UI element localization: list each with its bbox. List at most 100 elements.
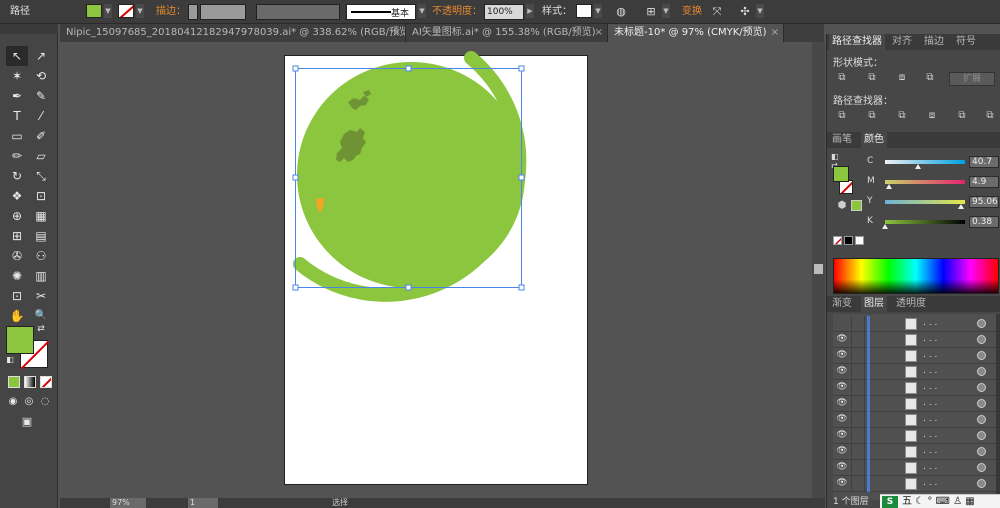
slider-track[interactable] [885, 220, 965, 224]
tab-nipic-document[interactable]: Nipic_15097685_20180412182947978039.ai* … [60, 24, 406, 42]
tab-stroke[interactable]: 描边 [921, 34, 947, 50]
none-mode-button[interactable] [40, 376, 52, 388]
paintbrush-tool-icon[interactable]: ✐ [30, 126, 52, 146]
curvature-tool-icon[interactable]: ✎ [30, 86, 52, 106]
visibility-eye-icon[interactable]: 👁 [836, 462, 848, 473]
lock-toggle[interactable] [851, 444, 865, 460]
type-tool-icon[interactable]: T [6, 106, 28, 126]
input-method-bar[interactable]: S 五 ☾ ° ⌨ ♙ ▦ [880, 494, 1000, 508]
target-circle-icon[interactable] [977, 367, 986, 376]
lock-toggle[interactable] [851, 460, 865, 476]
transform-icon[interactable]: ⤧ [708, 4, 726, 20]
perspective-grid-tool-icon[interactable]: ▦ [30, 206, 52, 226]
color-stroke-box[interactable] [839, 180, 853, 194]
visibility-eye-icon[interactable]: 👁 [836, 350, 848, 361]
gradient-mode-button[interactable] [24, 376, 36, 388]
target-circle-icon[interactable] [977, 399, 986, 408]
lock-toggle[interactable] [851, 316, 865, 332]
visibility-eye-icon[interactable]: 👁 [836, 382, 848, 393]
minus-back-icon[interactable]: ⧉ [983, 110, 997, 122]
layer-row[interactable]: 👁 . . . [833, 396, 997, 412]
pen-tool-icon[interactable]: ✒ [6, 86, 28, 106]
merge-icon[interactable]: ⧉ [895, 110, 909, 122]
layer-name[interactable]: . . . [923, 462, 937, 472]
draw-behind-icon[interactable]: ◎ [22, 392, 36, 412]
channel-value-field[interactable]: 95.06 [969, 196, 999, 208]
close-icon[interactable]: × [595, 24, 603, 42]
layer-row[interactable]: 👁 . . . [833, 348, 997, 364]
color-mode-button[interactable] [8, 376, 20, 388]
brush-definition-select[interactable]: 基本 [346, 4, 416, 20]
slider-knob[interactable] [882, 224, 889, 229]
selection-tool-icon[interactable]: ↖ [6, 46, 28, 66]
lock-toggle[interactable] [851, 348, 865, 364]
white-swatch[interactable] [855, 236, 864, 245]
visibility-eye-icon[interactable]: 👁 [836, 446, 848, 457]
layer-row[interactable]: 👁 . . . [833, 380, 997, 396]
lock-toggle[interactable] [851, 396, 865, 412]
layer-name[interactable]: . . . [923, 446, 937, 456]
panel-menu-icon[interactable]: ▼ [756, 4, 764, 18]
none-swatch[interactable] [833, 236, 842, 245]
tab-icon-document[interactable]: AI矢量图标.ai* @ 155.38% (RGB/预览) × [406, 24, 608, 42]
shape-builder-tool-icon[interactable]: ⊕ [6, 206, 28, 226]
rotate-tool-icon[interactable]: ↻ [6, 166, 28, 186]
visibility-eye-icon[interactable]: 👁 [836, 334, 848, 345]
channel-value-field[interactable]: 40.7 [969, 156, 999, 168]
stroke-label[interactable]: 描边： [156, 4, 186, 20]
divide-icon[interactable]: ⧉ [835, 110, 849, 122]
graphic-style-swatch[interactable] [576, 4, 592, 18]
lock-toggle[interactable] [851, 332, 865, 348]
layer-name[interactable]: . . . [923, 414, 937, 424]
close-icon[interactable]: × [393, 24, 401, 42]
layer-name[interactable]: . . . [923, 366, 937, 376]
layer-name[interactable]: . . . [923, 478, 937, 488]
screen-mode-icon[interactable]: ▣ [16, 412, 38, 432]
target-circle-icon[interactable] [977, 479, 986, 488]
column-graph-tool-icon[interactable]: ▥ [30, 266, 52, 286]
mesh-tool-icon[interactable]: ⊞ [6, 226, 28, 246]
scrollbar-thumb[interactable] [814, 264, 823, 274]
canvas-vertical-scrollbar[interactable] [812, 42, 825, 498]
target-circle-icon[interactable] [977, 319, 986, 328]
outline-icon[interactable]: ⧉ [955, 110, 969, 122]
warp-tool-icon[interactable]: ❖ [6, 186, 28, 206]
pencil-tool-icon[interactable]: ✏ [6, 146, 28, 166]
black-swatch[interactable] [844, 236, 853, 245]
variable-width-profile[interactable] [256, 4, 340, 20]
style-dropdown-icon[interactable]: ▼ [594, 4, 602, 18]
toolbox-header[interactable] [0, 24, 58, 34]
lasso-tool-icon[interactable]: ⟲ [30, 66, 52, 86]
out-of-gamut-icon[interactable]: ⬢ [835, 200, 849, 212]
trim-icon[interactable]: ⧉ [865, 110, 879, 122]
visibility-eye-icon[interactable]: 👁 [836, 478, 848, 489]
target-circle-icon[interactable] [977, 383, 986, 392]
layers-scrollbar[interactable] [996, 314, 1000, 494]
target-circle-icon[interactable] [977, 431, 986, 440]
tab-symbols[interactable]: 符号 [953, 34, 979, 50]
hand-tool-icon[interactable]: ✋ [6, 306, 28, 326]
slider-track[interactable] [885, 180, 965, 184]
lock-toggle[interactable] [851, 364, 865, 380]
default-fill-stroke-icon[interactable]: ◧ [4, 354, 16, 366]
intersect-icon[interactable]: ⧈ [895, 72, 909, 84]
layer-name[interactable]: . . . [923, 398, 937, 408]
swap-fill-stroke-icon[interactable]: ⇄ [34, 322, 48, 336]
line-tool-icon[interactable]: ⁄ [30, 106, 52, 126]
fill-box[interactable] [6, 326, 34, 354]
canvas-area[interactable] [60, 42, 810, 498]
layer-row[interactable]: 👁 . . . [833, 412, 997, 428]
current-tool-status[interactable]: 选择 [332, 498, 348, 508]
visibility-eye-icon[interactable]: 👁 [836, 366, 848, 377]
layer-row[interactable]: . . . [833, 316, 997, 332]
blend-tool-icon[interactable]: ⚇ [30, 246, 52, 266]
gradient-tool-icon[interactable]: ▤ [30, 226, 52, 246]
fill-dropdown-icon[interactable]: ▼ [104, 4, 112, 18]
eraser-tool-icon[interactable]: ▱ [30, 146, 52, 166]
minus-front-icon[interactable]: ⧉ [865, 72, 879, 84]
stroke-dropdown-icon[interactable]: ▼ [136, 4, 144, 18]
ime-status-icons[interactable]: 五 ☾ ° ⌨ ♙ ▦ [902, 495, 975, 508]
stroke-color-swatch[interactable] [118, 4, 134, 18]
color-fill-box[interactable] [833, 166, 849, 182]
visibility-eye-icon[interactable]: 👁 [836, 430, 848, 441]
